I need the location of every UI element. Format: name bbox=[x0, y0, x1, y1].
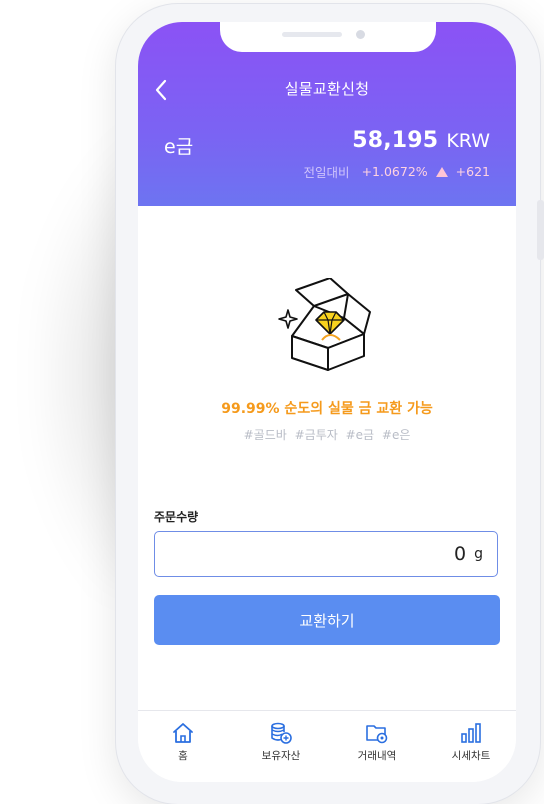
exchange-button[interactable]: 교환하기 bbox=[154, 595, 500, 645]
phone-notch bbox=[220, 22, 436, 52]
phone-side-button bbox=[537, 200, 544, 260]
gold-box-illustration bbox=[278, 277, 378, 378]
hashtags: #골드바 #금투자 #e금 #e은 bbox=[243, 428, 411, 442]
nav-label: 거래내역 bbox=[357, 750, 397, 762]
speaker bbox=[282, 32, 342, 37]
nav-label: 시세차트 bbox=[451, 750, 491, 762]
change-amount: +621 bbox=[455, 164, 490, 179]
nav-label: 홈 bbox=[178, 750, 188, 762]
quantity-input[interactable]: 0 g bbox=[154, 531, 498, 577]
currency-label: KRW bbox=[446, 130, 490, 152]
quantity-label: 주문수량 bbox=[154, 510, 199, 524]
nav-item-chart[interactable]: 시세차트 bbox=[431, 721, 511, 763]
quantity-unit: g bbox=[474, 546, 483, 562]
folder-gear-icon bbox=[366, 725, 388, 744]
tagline: 99.99% 순도의 실물 금 교환 가능 bbox=[221, 401, 433, 417]
nav-label: 보유자산 bbox=[261, 750, 301, 762]
quantity-value: 0 bbox=[454, 543, 467, 565]
page-title: 실물교환신청 bbox=[284, 80, 370, 98]
camera bbox=[356, 30, 365, 39]
price-change: 전일대비 +1.0672% +621 bbox=[304, 162, 490, 181]
current-price: 58,195 bbox=[352, 128, 439, 153]
change-percent: +1.0672% bbox=[361, 164, 428, 179]
price-display: 58,195 KRW bbox=[352, 128, 490, 153]
bottom-nav: 홈 보유자산 거래내역 시세차트 bbox=[138, 710, 516, 782]
asset-name: e금 bbox=[164, 136, 194, 158]
jewel-box-icon bbox=[278, 277, 371, 371]
up-triangle-icon bbox=[435, 166, 448, 177]
nav-item-history[interactable]: 거래내역 bbox=[337, 721, 417, 763]
coins-icon bbox=[271, 722, 292, 744]
phone-screen: 실물교환신청 e금 58,195 KRW 전일대비 +1.0672% +621 bbox=[138, 22, 516, 782]
bar-chart-icon bbox=[461, 723, 481, 743]
nav-item-home[interactable]: 홈 bbox=[143, 721, 223, 763]
nav-item-holdings[interactable]: 보유자산 bbox=[241, 721, 321, 763]
change-label: 전일대비 bbox=[303, 165, 350, 180]
home-icon bbox=[173, 723, 193, 743]
